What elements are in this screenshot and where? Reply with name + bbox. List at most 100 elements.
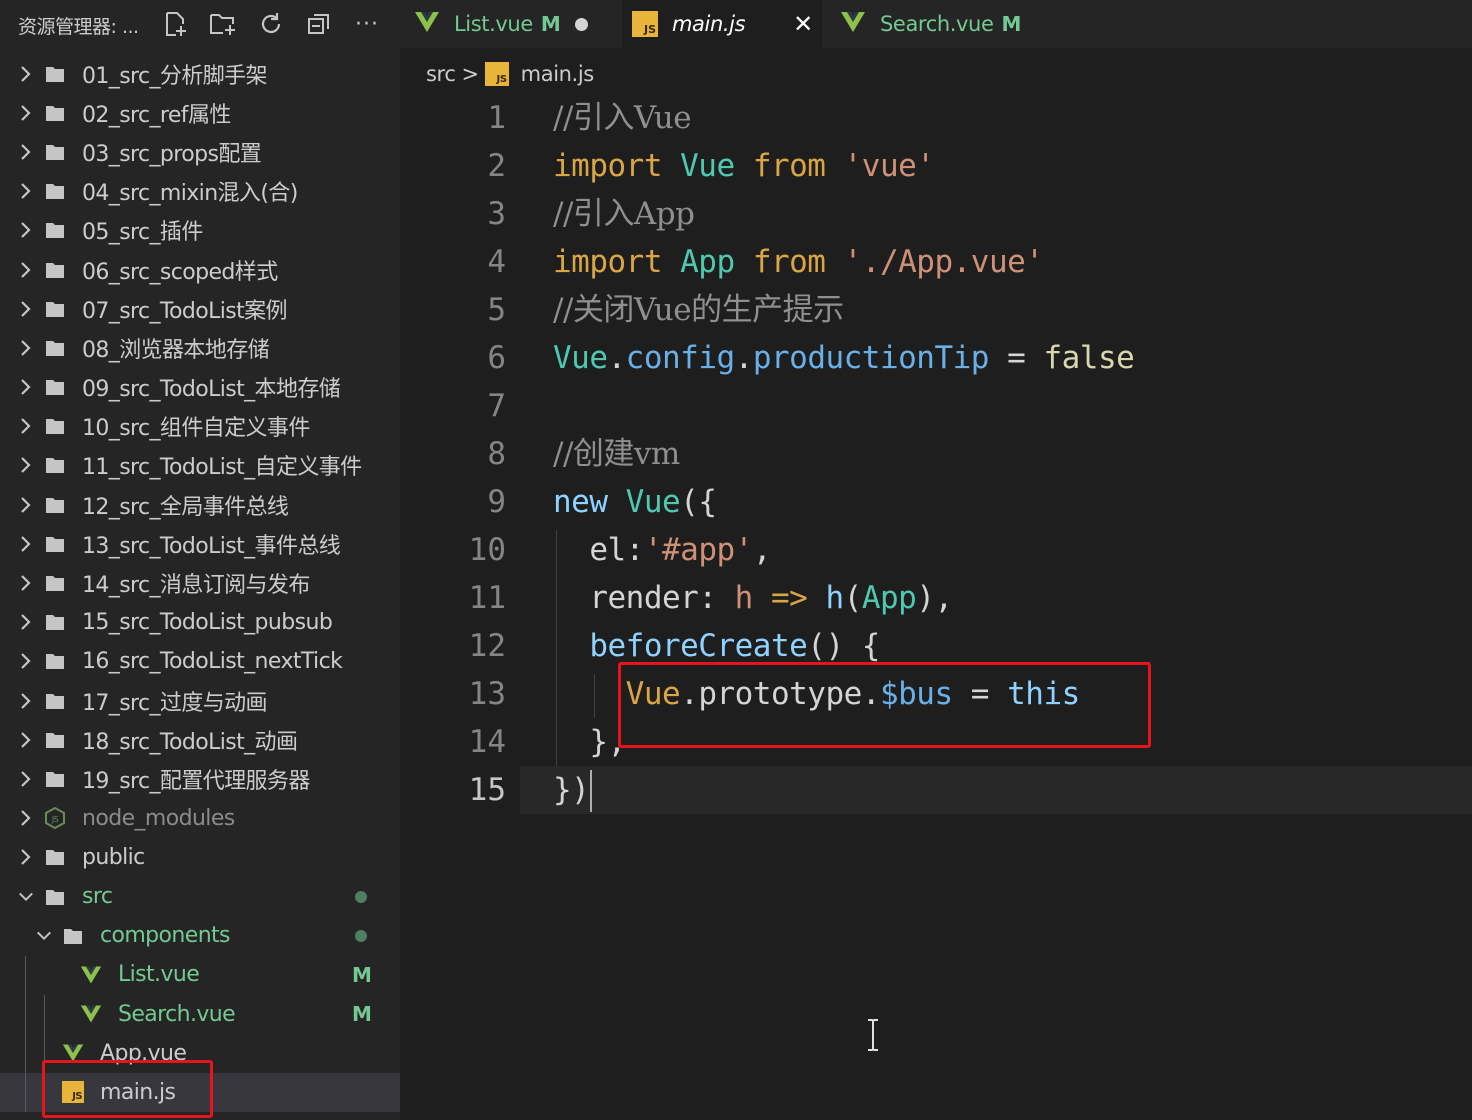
tab-label: Search.vue [880,12,994,36]
chevron-down-icon[interactable] [36,925,52,947]
folder-icon [44,886,66,908]
code-line[interactable]: import Vue from 'vue' [553,142,935,190]
chevron-right-icon[interactable] [18,102,34,124]
folder-item[interactable]: 03_src_props配置 [0,132,400,171]
tree-item-label: 02_src_ref属性 [82,102,231,128]
line-number: 5 [487,292,506,328]
code-line[interactable]: el:'#app', [553,526,771,574]
folder-item[interactable]: 09_src_TodoList_本地存储 [0,368,400,407]
tab-list-vue[interactable]: List.vue M [414,0,614,48]
close-icon[interactable]: ✕ [793,10,813,38]
folder-item[interactable]: 18_src_TodoList_动画 [0,720,400,759]
line-number: 1 [487,100,506,136]
folder-icon [44,729,66,751]
folder-item[interactable]: 07_src_TodoList案例 [0,289,400,328]
folder-item[interactable]: 13_src_TodoList_事件总线 [0,524,400,563]
chevron-right-icon[interactable] [18,807,34,829]
chevron-right-icon[interactable] [18,415,34,437]
chevron-down-icon[interactable] [18,886,34,908]
folder-item-public[interactable]: public [0,838,400,877]
folder-item[interactable]: 01_src_分析脚手架 [0,54,400,93]
tab-search-vue[interactable]: Search.vue M [840,0,1080,48]
chevron-right-icon[interactable] [18,729,34,751]
code-line[interactable]: //引入App [553,190,695,238]
folder-item-components[interactable]: components [0,916,400,955]
explorer-title: 资源管理器: ... [18,16,139,38]
chevron-right-icon[interactable] [18,180,34,202]
folder-item-node-modules[interactable]: JS node_modules [0,799,400,838]
chevron-right-icon[interactable] [18,141,34,163]
refresh-icon[interactable] [254,8,288,40]
code-line[interactable]: import App from './App.vue' [553,238,1044,286]
folder-item[interactable]: 19_src_配置代理服务器 [0,759,400,798]
code-line[interactable]: render: h => h(App), [553,574,953,622]
chevron-right-icon[interactable] [18,494,34,516]
folder-item[interactable]: 05_src_插件 [0,211,400,250]
chevron-right-icon[interactable] [18,219,34,241]
line-number: 10 [468,532,506,568]
line-number: 12 [468,628,506,664]
folder-icon [44,415,66,437]
folder-item[interactable]: 14_src_消息订阅与发布 [0,563,400,602]
chevron-right-icon[interactable] [18,337,34,359]
tree-item-label: 05_src_插件 [82,220,203,246]
unsaved-dot-icon[interactable] [574,17,588,31]
line-number: 4 [487,244,506,280]
tree-item-label: 19_src_配置代理服务器 [82,768,310,794]
folder-item[interactable]: 16_src_TodoList_nextTick [0,642,400,681]
folder-item[interactable]: 02_src_ref属性 [0,93,400,132]
chevron-right-icon[interactable] [18,533,34,555]
code-token: from [752,244,826,280]
tree-item-label: 10_src_组件自定义事件 [82,416,310,442]
more-icon[interactable]: ··· [350,8,384,40]
folder-item[interactable]: 11_src_TodoList_自定义事件 [0,446,400,485]
explorer-actions: ··· [158,8,384,40]
folder-item[interactable]: 04_src_mixin混入(合) [0,172,400,211]
chevron-right-icon[interactable] [18,454,34,476]
folder-item[interactable]: 12_src_全局事件总线 [0,485,400,524]
chevron-right-icon[interactable] [18,259,34,281]
tab-main-js[interactable]: JS main.js ✕ [622,0,822,48]
chevron-right-icon: > [461,62,479,86]
chevron-right-icon[interactable] [18,63,34,85]
folder-item-src[interactable]: src [0,877,400,916]
code-line[interactable]: }) [553,766,590,814]
line-number: 15 [468,772,506,808]
code-line[interactable]: //引入Vue [553,94,692,142]
chevron-right-icon[interactable] [18,376,34,398]
folder-item[interactable]: 06_src_scoped样式 [0,250,400,289]
code-line[interactable]: //关闭Vue的生产提示 [553,286,844,334]
tree-item-label: 15_src_TodoList_pubsub [82,609,333,635]
code-line[interactable]: }, [553,718,626,766]
tree-item-label: src [82,884,113,910]
folder-item[interactable]: 15_src_TodoList_pubsub [0,603,400,642]
code-token: }, [553,724,626,760]
chevron-right-icon[interactable] [18,768,34,790]
new-file-icon[interactable] [158,8,192,40]
chevron-right-icon[interactable] [18,650,34,672]
breadcrumb-file[interactable]: main.js [521,62,595,86]
tree-item-label: public [82,844,145,870]
folder-item[interactable]: 10_src_组件自定义事件 [0,407,400,446]
folder-item[interactable]: 08_浏览器本地存储 [0,328,400,367]
editor-tab-bar: List.vue M JS main.js ✕ Search.vue M [400,0,1472,48]
modified-badge: M [540,12,561,36]
code-line[interactable]: Vue.config.productionTip = false [553,334,1135,382]
code-token: 'vue' [825,148,935,184]
chevron-right-icon[interactable] [18,611,34,633]
file-item-search-vue[interactable]: Search.vue M [0,995,400,1034]
chevron-right-icon[interactable] [18,846,34,868]
code-token: //引入Vue [553,100,692,136]
modified-badge: M [1001,12,1022,36]
chevron-right-icon[interactable] [18,690,34,712]
breadcrumb-folder[interactable]: src [426,62,456,86]
chevron-right-icon[interactable] [18,572,34,594]
collapse-all-icon[interactable] [302,8,336,40]
file-item-list-vue[interactable]: List.vue M [0,955,400,994]
new-folder-icon[interactable] [206,8,240,40]
folder-item[interactable]: 17_src_过度与动画 [0,681,400,720]
code-line[interactable]: new Vue({ [553,478,717,526]
code-line[interactable]: //创建vm [553,430,680,478]
chevron-right-icon[interactable] [18,298,34,320]
